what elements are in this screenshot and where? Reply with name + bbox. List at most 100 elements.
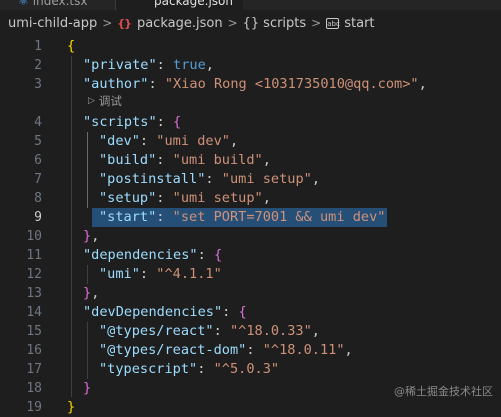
line-number: 2 (34, 58, 42, 73)
editor-tab-strip: ⚛ index.tsx package.json (0, 0, 501, 10)
json-comma: , (205, 57, 214, 73)
json-colon: : (222, 304, 239, 320)
bracket: } (83, 380, 92, 396)
bracket: { (67, 38, 76, 54)
line-number: 13 (26, 286, 42, 301)
breadcrumb-start-label: start (344, 15, 375, 31)
json-colon: : (156, 57, 174, 73)
json-string: "^5.0.3" (213, 361, 280, 377)
code-line-8: 8 "setup": "umi setup", (0, 189, 501, 208)
line-number: 3 (34, 77, 42, 92)
code-line-3: 3 "author": "Xiao Rong <1031735010@qq.co… (0, 75, 501, 94)
code-line-19: 19 } (0, 398, 501, 417)
code-editor[interactable]: 1 { 2 "private": true, 3 "author": "Xiao… (0, 37, 501, 415)
breadcrumb-file[interactable]: {} package.json (117, 16, 222, 31)
code-line-9-selected: 9 "start": "set PORT=7001 && umi dev" (0, 208, 501, 227)
bracket: } (83, 228, 92, 244)
json-colon: : (139, 266, 157, 282)
breadcrumb-folder[interactable]: umi-child-app (8, 16, 97, 31)
bracket: } (67, 399, 76, 415)
code-line-4: 4 "scripts": { (0, 113, 501, 132)
line-number: 12 (26, 267, 42, 282)
json-key: "dependencies" (83, 247, 198, 263)
debug-codelens[interactable]: ▷ 调试 (88, 93, 122, 110)
line-number: 14 (26, 305, 42, 320)
json-colon: : (197, 361, 214, 377)
json-colon: : (156, 209, 173, 225)
tab-index-tsx[interactable]: ⚛ index.tsx (18, 0, 87, 10)
json-key: "setup" (99, 190, 157, 206)
code-line-12: 12 "umi": "^4.1.1" (0, 265, 501, 284)
json-string: "umi setup" (172, 190, 263, 206)
line-number: 1 (34, 39, 42, 54)
code-line-2: 2 "private": true, (0, 56, 501, 75)
code-line-13: 13 }, (0, 284, 501, 303)
json-key: "build" (99, 152, 157, 168)
debug-codelens-label: 调试 (98, 94, 122, 108)
json-colon: : (205, 171, 222, 187)
line-number-active: 9 (34, 210, 42, 225)
line-number: 11 (26, 248, 42, 263)
code-line-11: 11 "dependencies": { (0, 246, 501, 265)
json-colon: : (246, 342, 263, 358)
watermark: @稀土掘金技术社区 (394, 385, 493, 398)
json-string: "umi build" (172, 152, 263, 168)
json-comma: , (418, 76, 427, 92)
line-number: 15 (26, 324, 42, 339)
bracket: { (238, 304, 247, 320)
breadcrumb-scripts-label: scripts (263, 15, 307, 31)
json-key: "private" (83, 57, 157, 73)
code-line-10: 10 }, (0, 227, 501, 246)
string-property-icon: abc (326, 17, 340, 29)
breadcrumb: umi-child-app > {} package.json > {} scrip… (0, 10, 501, 36)
bracket: } (83, 285, 92, 301)
object-icon: {} (242, 15, 260, 31)
json-string: "^18.0.11" (262, 342, 345, 358)
code-line-15: 15 "@types/react": "^18.0.33", (0, 322, 501, 341)
json-string: "^18.0.33" (229, 323, 312, 339)
json-colon: : (156, 114, 174, 130)
code-line-7: 7 "postinstall": "umi setup", (0, 170, 501, 189)
json-colon: : (148, 76, 165, 92)
json-key: "umi" (99, 266, 140, 282)
breadcrumb-start[interactable]: abc start (326, 15, 375, 31)
line-number: 5 (34, 134, 42, 149)
json-string: "umi setup" (221, 171, 312, 187)
line-number: 10 (26, 229, 42, 244)
json-string: "Xiao Rong <1031735010@qq.com>" (164, 76, 419, 92)
line-number: 4 (34, 115, 42, 130)
line-number: 19 (26, 400, 42, 415)
json-file-icon: {} (117, 16, 132, 30)
play-icon: ▷ (88, 96, 95, 106)
breadcrumb-scripts[interactable]: {} scripts (243, 16, 307, 31)
tab-package-json[interactable]: package.json (116, 0, 244, 10)
code-line-1: 1 { (0, 37, 501, 56)
json-string: "umi dev" (156, 133, 230, 149)
json-key: "dev" (99, 133, 140, 149)
json-comma: , (91, 285, 100, 301)
json-comma: , (311, 323, 320, 339)
json-comma: , (262, 152, 271, 168)
json-key: "author" (83, 76, 149, 92)
line-number: 16 (26, 343, 42, 358)
bracket: { (173, 114, 182, 130)
json-comma: , (344, 342, 353, 358)
json-colon: : (213, 323, 230, 339)
code-line-14: 14 "devDependencies": { (0, 303, 501, 322)
text-selection[interactable]: "start": "set PORT=7001 && umi dev" (92, 208, 388, 227)
json-string: "^4.1.1" (156, 266, 222, 282)
json-colon: : (197, 247, 214, 263)
chevron-right-icon: > (102, 16, 113, 30)
code-line-5: 5 "dev": "umi dev", (0, 132, 501, 151)
code-line-6: 6 "build": "umi build", (0, 151, 501, 170)
json-boolean: true (173, 57, 206, 73)
line-number: 6 (34, 153, 42, 168)
json-key: "@types/react-dom" (99, 342, 247, 358)
json-string: "set PORT=7001 && umi dev" (172, 209, 386, 225)
json-comma: , (311, 171, 320, 187)
line-number: 7 (34, 172, 42, 187)
json-key: "@types/react" (99, 323, 214, 339)
json-comma: , (91, 228, 100, 244)
react-file-icon: ⚛ (18, 0, 29, 8)
json-comma: , (229, 133, 239, 149)
